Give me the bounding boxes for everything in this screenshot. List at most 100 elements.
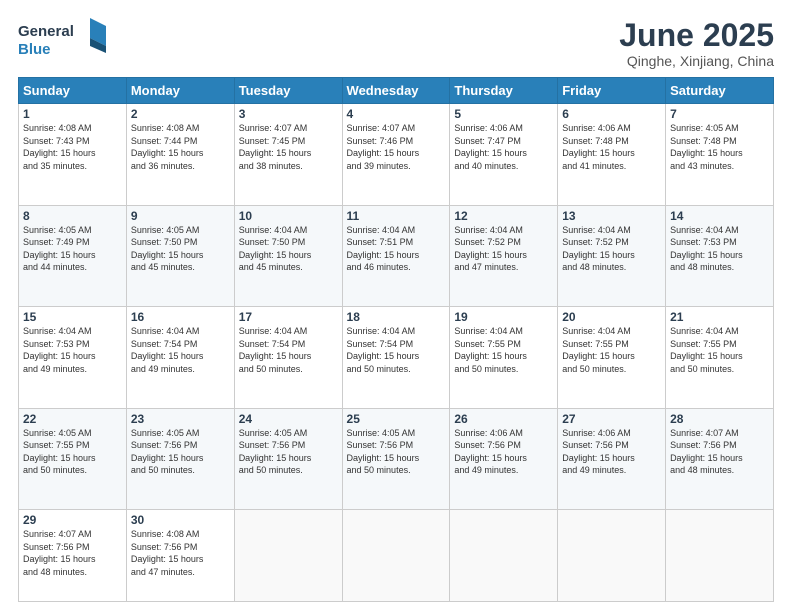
calendar-row: 1Sunrise: 4:08 AMSunset: 7:43 PMDaylight…	[19, 104, 774, 205]
col-saturday: Saturday	[666, 78, 774, 104]
cell-details: Sunrise: 4:07 AMSunset: 7:45 PMDaylight:…	[239, 122, 338, 172]
svg-text:General: General	[18, 23, 74, 40]
table-cell: 2Sunrise: 4:08 AMSunset: 7:44 PMDaylight…	[126, 104, 234, 205]
day-number: 24	[239, 412, 338, 426]
cell-details: Sunrise: 4:06 AMSunset: 7:56 PMDaylight:…	[562, 427, 661, 477]
cell-details: Sunrise: 4:05 AMSunset: 7:56 PMDaylight:…	[347, 427, 446, 477]
table-cell: 15Sunrise: 4:04 AMSunset: 7:53 PMDayligh…	[19, 307, 127, 408]
cell-details: Sunrise: 4:05 AMSunset: 7:55 PMDaylight:…	[23, 427, 122, 477]
day-number: 22	[23, 412, 122, 426]
cell-details: Sunrise: 4:04 AMSunset: 7:55 PMDaylight:…	[454, 325, 553, 375]
day-number: 27	[562, 412, 661, 426]
table-cell: 23Sunrise: 4:05 AMSunset: 7:56 PMDayligh…	[126, 408, 234, 509]
cell-details: Sunrise: 4:04 AMSunset: 7:53 PMDaylight:…	[670, 224, 769, 274]
table-cell: 10Sunrise: 4:04 AMSunset: 7:50 PMDayligh…	[234, 205, 342, 306]
calendar-row: 15Sunrise: 4:04 AMSunset: 7:53 PMDayligh…	[19, 307, 774, 408]
col-thursday: Thursday	[450, 78, 558, 104]
logo-block: GeneralBlue	[18, 18, 108, 63]
table-cell	[450, 510, 558, 602]
day-number: 23	[131, 412, 230, 426]
calendar-header-row: Sunday Monday Tuesday Wednesday Thursday…	[19, 78, 774, 104]
day-number: 21	[670, 310, 769, 324]
table-cell	[342, 510, 450, 602]
calendar-row: 22Sunrise: 4:05 AMSunset: 7:55 PMDayligh…	[19, 408, 774, 509]
day-number: 4	[347, 107, 446, 121]
table-cell: 8Sunrise: 4:05 AMSunset: 7:49 PMDaylight…	[19, 205, 127, 306]
day-number: 20	[562, 310, 661, 324]
svg-text:Blue: Blue	[18, 41, 51, 58]
table-cell: 12Sunrise: 4:04 AMSunset: 7:52 PMDayligh…	[450, 205, 558, 306]
cell-details: Sunrise: 4:04 AMSunset: 7:52 PMDaylight:…	[454, 224, 553, 274]
table-cell: 30Sunrise: 4:08 AMSunset: 7:56 PMDayligh…	[126, 510, 234, 602]
cell-details: Sunrise: 4:04 AMSunset: 7:51 PMDaylight:…	[347, 224, 446, 274]
cell-details: Sunrise: 4:04 AMSunset: 7:54 PMDaylight:…	[131, 325, 230, 375]
day-number: 15	[23, 310, 122, 324]
calendar-subtitle: Qinghe, Xinjiang, China	[619, 53, 774, 69]
day-number: 26	[454, 412, 553, 426]
table-cell: 19Sunrise: 4:04 AMSunset: 7:55 PMDayligh…	[450, 307, 558, 408]
day-number: 29	[23, 513, 122, 527]
day-number: 12	[454, 209, 553, 223]
day-number: 11	[347, 209, 446, 223]
day-number: 25	[347, 412, 446, 426]
day-number: 9	[131, 209, 230, 223]
day-number: 8	[23, 209, 122, 223]
cell-details: Sunrise: 4:04 AMSunset: 7:53 PMDaylight:…	[23, 325, 122, 375]
col-friday: Friday	[558, 78, 666, 104]
table-cell: 21Sunrise: 4:04 AMSunset: 7:55 PMDayligh…	[666, 307, 774, 408]
calendar-table: Sunday Monday Tuesday Wednesday Thursday…	[18, 77, 774, 602]
day-number: 10	[239, 209, 338, 223]
cell-details: Sunrise: 4:05 AMSunset: 7:49 PMDaylight:…	[23, 224, 122, 274]
cell-details: Sunrise: 4:06 AMSunset: 7:48 PMDaylight:…	[562, 122, 661, 172]
calendar-title: June 2025	[619, 18, 774, 53]
table-cell: 29Sunrise: 4:07 AMSunset: 7:56 PMDayligh…	[19, 510, 127, 602]
col-tuesday: Tuesday	[234, 78, 342, 104]
cell-details: Sunrise: 4:04 AMSunset: 7:52 PMDaylight:…	[562, 224, 661, 274]
title-block: June 2025 Qinghe, Xinjiang, China	[619, 18, 774, 69]
table-cell	[234, 510, 342, 602]
table-cell: 1Sunrise: 4:08 AMSunset: 7:43 PMDaylight…	[19, 104, 127, 205]
col-wednesday: Wednesday	[342, 78, 450, 104]
col-monday: Monday	[126, 78, 234, 104]
cell-details: Sunrise: 4:04 AMSunset: 7:50 PMDaylight:…	[239, 224, 338, 274]
header: GeneralBlue June 2025 Qinghe, Xinjiang, …	[18, 18, 774, 69]
cell-details: Sunrise: 4:08 AMSunset: 7:56 PMDaylight:…	[131, 528, 230, 578]
cell-details: Sunrise: 4:08 AMSunset: 7:44 PMDaylight:…	[131, 122, 230, 172]
cell-details: Sunrise: 4:04 AMSunset: 7:55 PMDaylight:…	[670, 325, 769, 375]
table-cell: 27Sunrise: 4:06 AMSunset: 7:56 PMDayligh…	[558, 408, 666, 509]
day-number: 5	[454, 107, 553, 121]
table-cell: 16Sunrise: 4:04 AMSunset: 7:54 PMDayligh…	[126, 307, 234, 408]
table-cell	[558, 510, 666, 602]
cell-details: Sunrise: 4:06 AMSunset: 7:47 PMDaylight:…	[454, 122, 553, 172]
table-cell: 17Sunrise: 4:04 AMSunset: 7:54 PMDayligh…	[234, 307, 342, 408]
cell-details: Sunrise: 4:06 AMSunset: 7:56 PMDaylight:…	[454, 427, 553, 477]
day-number: 3	[239, 107, 338, 121]
cell-details: Sunrise: 4:08 AMSunset: 7:43 PMDaylight:…	[23, 122, 122, 172]
table-cell: 20Sunrise: 4:04 AMSunset: 7:55 PMDayligh…	[558, 307, 666, 408]
day-number: 1	[23, 107, 122, 121]
day-number: 6	[562, 107, 661, 121]
col-sunday: Sunday	[19, 78, 127, 104]
logo: GeneralBlue	[18, 18, 108, 63]
day-number: 28	[670, 412, 769, 426]
table-cell: 4Sunrise: 4:07 AMSunset: 7:46 PMDaylight…	[342, 104, 450, 205]
cell-details: Sunrise: 4:07 AMSunset: 7:46 PMDaylight:…	[347, 122, 446, 172]
table-cell: 9Sunrise: 4:05 AMSunset: 7:50 PMDaylight…	[126, 205, 234, 306]
table-cell: 3Sunrise: 4:07 AMSunset: 7:45 PMDaylight…	[234, 104, 342, 205]
day-number: 14	[670, 209, 769, 223]
day-number: 2	[131, 107, 230, 121]
table-cell: 6Sunrise: 4:06 AMSunset: 7:48 PMDaylight…	[558, 104, 666, 205]
cell-details: Sunrise: 4:04 AMSunset: 7:54 PMDaylight:…	[347, 325, 446, 375]
table-cell: 7Sunrise: 4:05 AMSunset: 7:48 PMDaylight…	[666, 104, 774, 205]
table-cell: 22Sunrise: 4:05 AMSunset: 7:55 PMDayligh…	[19, 408, 127, 509]
day-number: 19	[454, 310, 553, 324]
table-cell: 24Sunrise: 4:05 AMSunset: 7:56 PMDayligh…	[234, 408, 342, 509]
cell-details: Sunrise: 4:05 AMSunset: 7:50 PMDaylight:…	[131, 224, 230, 274]
table-cell: 18Sunrise: 4:04 AMSunset: 7:54 PMDayligh…	[342, 307, 450, 408]
day-number: 7	[670, 107, 769, 121]
cell-details: Sunrise: 4:04 AMSunset: 7:54 PMDaylight:…	[239, 325, 338, 375]
day-number: 17	[239, 310, 338, 324]
cell-details: Sunrise: 4:05 AMSunset: 7:56 PMDaylight:…	[239, 427, 338, 477]
table-cell: 14Sunrise: 4:04 AMSunset: 7:53 PMDayligh…	[666, 205, 774, 306]
calendar-row: 8Sunrise: 4:05 AMSunset: 7:49 PMDaylight…	[19, 205, 774, 306]
